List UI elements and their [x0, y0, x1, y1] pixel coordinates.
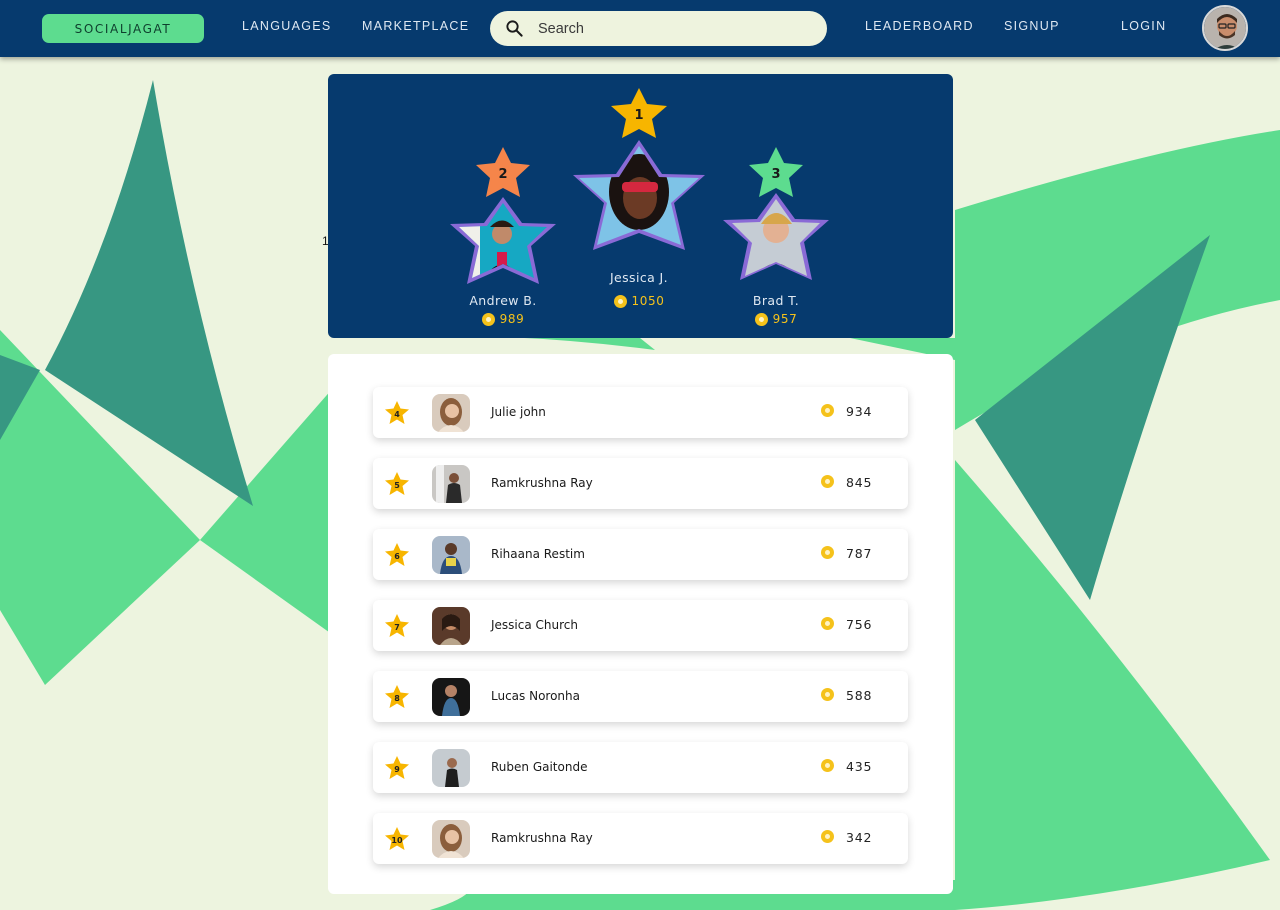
- coin-icon: [481, 312, 495, 326]
- rank-star-icon: 4: [385, 401, 409, 424]
- player-name: Jessica Church: [491, 618, 578, 632]
- avatar: [432, 394, 470, 432]
- podium-name-2: Andrew B.: [469, 293, 537, 308]
- player-name: Ramkrushna Ray: [491, 831, 593, 845]
- leaderboard-list: 4 Julie john 934 5 Ramkrushna Ray 845 6 …: [328, 354, 953, 894]
- coin-icon: [754, 312, 768, 326]
- svg-text:5: 5: [394, 481, 400, 490]
- list-item[interactable]: 6 Rihaana Restim 787: [373, 529, 908, 580]
- list-item[interactable]: 5 Ramkrushna Ray 845: [373, 458, 908, 509]
- nav-link-marketplace[interactable]: MARKETPLACE: [362, 19, 469, 33]
- coin-icon: [821, 617, 834, 630]
- coin-icon: [613, 294, 627, 308]
- coin-icon: [821, 830, 834, 843]
- rank-star-icon: 8: [385, 685, 409, 708]
- rank-1-number: 1: [634, 108, 643, 123]
- nav-link-leaderboard[interactable]: LEADERBOARD: [865, 19, 974, 33]
- list-item[interactable]: 8 Lucas Noronha 588: [373, 671, 908, 722]
- user-avatar[interactable]: [1202, 5, 1248, 51]
- svg-text:10: 10: [391, 836, 403, 845]
- photo-brad-t: [732, 199, 820, 276]
- coin-icon: [821, 546, 834, 559]
- avatar: [432, 749, 470, 787]
- coin-icon: [821, 404, 834, 417]
- svg-text:7: 7: [394, 623, 400, 632]
- search-icon: [506, 20, 523, 37]
- photo-jessica-j: [579, 146, 699, 245]
- coin-icon: [821, 759, 834, 772]
- coin-icon: [821, 688, 834, 701]
- avatar: [432, 607, 470, 645]
- avatar: [432, 465, 470, 503]
- podium-rank-2[interactable]: 2: [450, 147, 560, 289]
- top-nav: SOCIALJAGAT LANGUAGES MARKETPLACE LEADER…: [0, 0, 1280, 57]
- podium-score-1: 1050: [579, 294, 699, 308]
- top-three-podium: 1 2 3 Jessica J. 1050 Andrew B. 989 Brad…: [328, 74, 953, 338]
- list-item[interactable]: 10 Ramkrushna Ray 342: [373, 813, 908, 864]
- svg-text:8: 8: [394, 694, 400, 703]
- svg-text:9: 9: [394, 765, 400, 774]
- nav-link-languages[interactable]: LANGUAGES: [242, 19, 332, 33]
- podium-rank-3[interactable]: 3: [723, 147, 833, 287]
- bg-shape: [955, 460, 1270, 910]
- coin-icon: [821, 475, 834, 488]
- rank-star-icon: 6: [385, 543, 409, 566]
- player-name: Ruben Gaitonde: [491, 760, 588, 774]
- player-score: 787: [846, 546, 873, 561]
- nav-link-login[interactable]: LOGIN: [1121, 19, 1166, 33]
- podium-name-1: Jessica J.: [609, 270, 669, 285]
- nav-link-signup[interactable]: SIGNUP: [1004, 19, 1060, 33]
- brand-button[interactable]: SOCIALJAGAT: [42, 14, 204, 43]
- player-score: 588: [846, 688, 873, 703]
- player-score: 342: [846, 830, 873, 845]
- avatar: [432, 536, 470, 574]
- rank-star-icon: 10: [385, 827, 409, 850]
- player-name: Lucas Noronha: [491, 689, 580, 703]
- player-score: 934: [846, 404, 873, 419]
- player-name: Julie john: [491, 405, 546, 419]
- rank-star-icon: 9: [385, 756, 409, 779]
- player-name: Rihaana Restim: [491, 547, 585, 561]
- podium-score-2: 989: [443, 312, 563, 326]
- list-item[interactable]: 7 Jessica Church 756: [373, 600, 908, 651]
- list-item[interactable]: 4 Julie john 934: [373, 387, 908, 438]
- rank-2-number: 2: [498, 167, 507, 182]
- rank-star-icon: 5: [385, 472, 409, 495]
- podium-name-3: Brad T.: [752, 293, 800, 308]
- svg-text:4: 4: [394, 410, 400, 419]
- player-name: Ramkrushna Ray: [491, 476, 593, 490]
- search-input[interactable]: [538, 20, 798, 37]
- player-score: 435: [846, 759, 873, 774]
- podium-rank-1[interactable]: 1: [573, 88, 708, 255]
- podium-score-3: 957: [716, 312, 836, 326]
- photo-andrew-b: [459, 203, 547, 278]
- list-item[interactable]: 9 Ruben Gaitonde 435: [373, 742, 908, 793]
- avatar: [432, 678, 470, 716]
- player-score: 845: [846, 475, 873, 490]
- search-bar[interactable]: [490, 11, 827, 46]
- avatar: [432, 820, 470, 858]
- rank-3-number: 3: [771, 167, 780, 182]
- svg-text:6: 6: [394, 552, 400, 561]
- rank-star-icon: 7: [385, 614, 409, 637]
- player-score: 756: [846, 617, 873, 632]
